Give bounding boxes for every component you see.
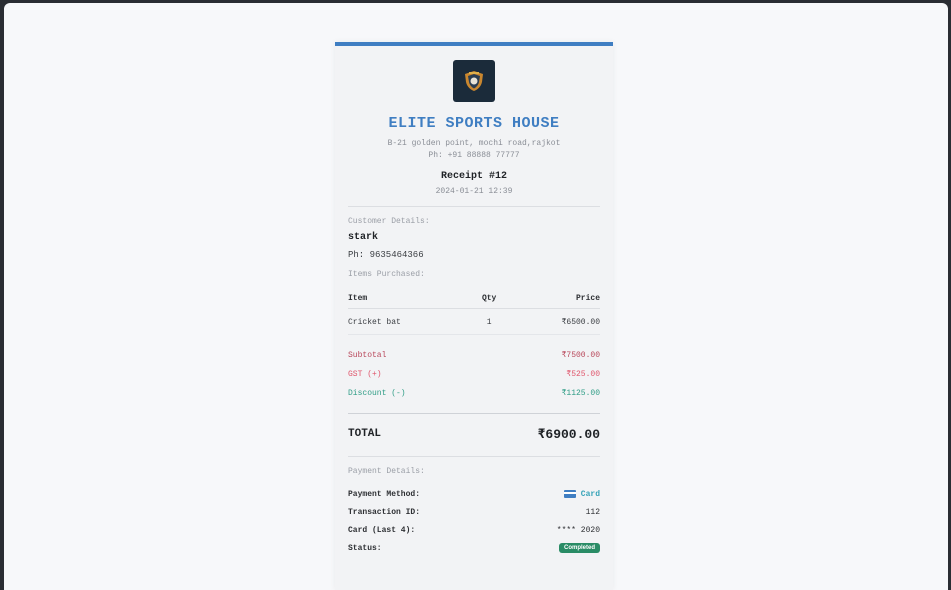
shop-name: ELITE SPORTS HOUSE xyxy=(388,115,560,132)
column-header-qty: Qty xyxy=(459,290,520,309)
card-last4-row: Card (Last 4): **** 2020 xyxy=(348,521,600,539)
discount-value: ₹1125.00 xyxy=(561,389,600,398)
subtotal-row: Subtotal ₹7500.00 xyxy=(348,346,600,365)
column-header-price: Price xyxy=(519,290,600,309)
items-header-row: Item Qty Price xyxy=(348,290,600,309)
payment-section-label: Payment Details: xyxy=(348,467,425,476)
transaction-value: 112 xyxy=(585,507,600,517)
customer-section-label: Customer Details: xyxy=(348,217,430,226)
transaction-row: Transaction ID: 112 xyxy=(348,503,600,521)
subtotal-value: ₹7500.00 xyxy=(561,351,600,360)
receipt-title: Receipt #12 xyxy=(440,171,507,182)
shop-phone: Ph: +91 88888 77777 xyxy=(428,151,520,160)
credit-card-icon xyxy=(563,490,576,498)
items-table: Item Qty Price Cricket bat 1 ₹6500.00 xyxy=(348,290,600,335)
status-label: Status: xyxy=(348,543,382,553)
items-section-label: Items Purchased: xyxy=(348,270,425,279)
discount-row: Discount (-) ₹1125.00 xyxy=(348,384,600,403)
item-qty: 1 xyxy=(459,308,520,335)
item-name: Cricket bat xyxy=(348,308,460,335)
shop-logo-icon xyxy=(453,60,495,102)
table-row: Cricket bat 1 ₹6500.00 xyxy=(348,308,600,335)
status-row: Status: Completed xyxy=(348,539,600,557)
gst-label: GST (+) xyxy=(348,370,382,379)
receipt-datetime: 2024-01-21 12:39 xyxy=(435,187,513,196)
transaction-label: Transaction ID: xyxy=(348,507,421,517)
total-label: TOTAL xyxy=(348,428,382,440)
shop-address: B-21 golden point, mochi road,rajkot xyxy=(387,139,561,148)
gst-value: ₹525.00 xyxy=(566,370,600,379)
column-header-item: Item xyxy=(348,290,460,309)
customer-name: stark xyxy=(348,232,379,243)
item-price: ₹6500.00 xyxy=(519,308,600,335)
divider xyxy=(348,413,600,414)
gst-row: GST (+) ₹525.00 xyxy=(348,365,600,384)
divider xyxy=(348,206,600,207)
card-last4-label: Card (Last 4): xyxy=(348,525,416,535)
divider xyxy=(348,456,600,457)
subtotal-label: Subtotal xyxy=(348,351,387,360)
payment-method-label: Payment Method: xyxy=(348,489,421,499)
receipt-card: ELITE SPORTS HOUSE B-21 golden point, mo… xyxy=(335,42,613,590)
payment-method-value: Card xyxy=(563,489,600,499)
browser-viewport: ELITE SPORTS HOUSE B-21 golden point, mo… xyxy=(4,3,948,590)
discount-label: Discount (-) xyxy=(348,389,406,398)
card-last4-value: **** 2020 xyxy=(556,525,600,535)
total-row: TOTAL ₹6900.00 xyxy=(348,422,600,446)
customer-phone: Ph: 9635464366 xyxy=(348,250,424,260)
total-value: ₹6900.00 xyxy=(537,426,600,442)
status-badge: Completed xyxy=(558,543,600,553)
payment-method-text: Card xyxy=(580,489,600,499)
payment-method-row: Payment Method: Card xyxy=(348,485,600,503)
